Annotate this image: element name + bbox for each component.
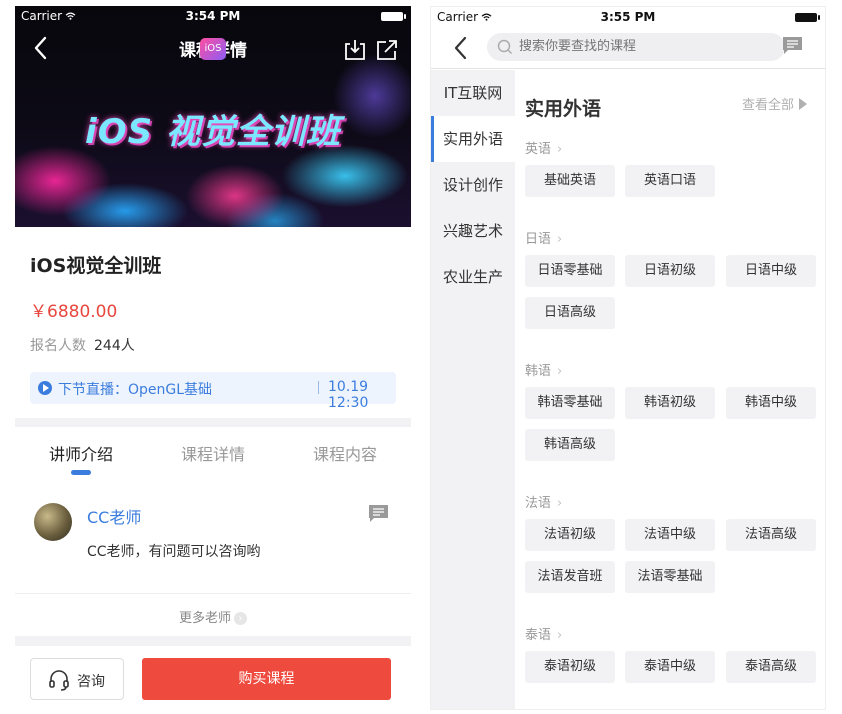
message-icon[interactable]	[368, 504, 389, 524]
chevron-right-icon: ›	[557, 142, 563, 157]
headset-icon	[49, 670, 69, 691]
download-icon[interactable]	[343, 38, 367, 62]
tab-teacher[interactable]: 讲师介绍	[15, 441, 147, 465]
group-label-japanese[interactable]: 日语 ›	[525, 228, 562, 247]
chevron-right-icon: ›	[557, 628, 563, 643]
ios-badge: iOS	[200, 38, 226, 60]
status-bar: Carrier 3:55 PM	[431, 7, 825, 27]
subcategory-chip[interactable]: 日语初级	[625, 255, 715, 287]
course-banner: Carrier 3:54 PM 课程详情 iOS iOS 视觉全训班	[15, 6, 411, 227]
next-live-text: 下节直播：OpenGL基础	[58, 382, 213, 398]
navigation-bar	[431, 27, 825, 69]
battery-icon	[795, 13, 820, 22]
tab-indicator	[71, 470, 91, 475]
subcategory-chip[interactable]: 泰语初级	[525, 651, 615, 683]
consult-button[interactable]: 咨询	[30, 658, 124, 700]
bottom-action-bar: 咨询 购买课程	[15, 646, 411, 710]
subcategory-chip[interactable]: 日语零基础	[525, 255, 615, 287]
battery-icon	[381, 12, 406, 21]
course-title: iOS视觉全训班	[30, 255, 162, 277]
subcategory-chip[interactable]: 法语高级	[726, 519, 816, 551]
category-content: 实用外语 查看全部 英语 › 基础英语 英语口语 日语 › 日语零基础 日语初级 日…	[515, 70, 825, 709]
group-label-thai[interactable]: 泰语 ›	[525, 624, 562, 643]
chevron-right-icon: ›	[557, 232, 563, 247]
subcategory-chip[interactable]: 日语中级	[726, 255, 816, 287]
group-label-french[interactable]: 法语 ›	[525, 492, 562, 511]
play-icon	[38, 381, 52, 395]
tab-course-detail[interactable]: 课程详情	[147, 441, 279, 465]
sidebar-item-foreign-language[interactable]: 实用外语	[431, 116, 515, 162]
detail-tabs: 讲师介绍 课程详情 课程内容	[15, 427, 411, 479]
subcategory-chip[interactable]: 英语口语	[625, 165, 715, 197]
status-bar: Carrier 3:54 PM	[15, 6, 411, 26]
tab-course-content[interactable]: 课程内容	[279, 441, 411, 465]
course-detail-screen: Carrier 3:54 PM 课程详情 iOS iOS 视觉全训班 iOS视觉…	[15, 6, 411, 710]
group-label-korean[interactable]: 韩语 ›	[525, 360, 562, 379]
back-icon[interactable]	[449, 35, 473, 61]
chevron-right-icon: ›	[557, 496, 563, 511]
chevron-right-icon: ›	[234, 612, 247, 625]
arrow-right-icon	[799, 98, 807, 110]
enroll-info: 报名人数 244人	[30, 335, 135, 355]
sidebar-item-art[interactable]: 兴趣艺术	[431, 208, 515, 254]
avatar	[34, 503, 72, 541]
group-label-english[interactable]: 英语 ›	[525, 138, 562, 157]
subcategory-chip[interactable]: 法语零基础	[625, 561, 715, 593]
course-info: iOS视觉全训班 ￥6880.00 报名人数 244人 下节直播：OpenGL基础…	[15, 227, 411, 418]
subcategory-chip[interactable]: 韩语中级	[726, 387, 816, 419]
divider	[318, 381, 319, 394]
next-live-time: 10.19 12:30	[328, 379, 369, 411]
subcategory-chip[interactable]: 泰语高级	[726, 651, 816, 683]
message-icon[interactable]	[782, 36, 803, 56]
subcategory-chip[interactable]: 法语初级	[525, 519, 615, 551]
category-sidebar: IT互联网 实用外语 设计创作 兴趣艺术 农业生产	[431, 70, 515, 709]
subcategory-chip[interactable]: 法语发音班	[525, 561, 615, 593]
subcategory-chip[interactable]: 韩语初级	[625, 387, 715, 419]
view-all-link[interactable]: 查看全部	[742, 94, 807, 113]
category-title: 实用外语	[525, 98, 602, 120]
sidebar-item-design[interactable]: 设计创作	[431, 162, 515, 208]
course-price: ￥6880.00	[30, 302, 118, 322]
enroll-label: 报名人数	[30, 338, 86, 354]
search-input[interactable]	[519, 39, 769, 54]
teacher-name[interactable]: CC老师	[87, 504, 141, 528]
subcategory-chip[interactable]: 泰语中级	[625, 651, 715, 683]
sidebar-item-agriculture[interactable]: 农业生产	[431, 254, 515, 300]
sidebar-item-it[interactable]: IT互联网	[431, 70, 515, 116]
view-all-label: 查看全部	[741, 98, 794, 113]
subcategory-chip[interactable]: 韩语零基础	[525, 387, 615, 419]
status-time: 3:55 PM	[600, 10, 656, 24]
consult-label: 咨询	[77, 674, 105, 690]
teacher-description: CC老师，有问题可以咨询哟	[87, 544, 261, 560]
status-time: 3:54 PM	[185, 9, 241, 23]
subcategory-chip[interactable]: 日语高级	[525, 297, 615, 329]
search-bar[interactable]	[487, 33, 785, 61]
subcategory-chip[interactable]: 法语中级	[625, 519, 715, 551]
more-teachers-label: 更多老师	[178, 611, 231, 626]
banner-title-art: iOS 视觉全训班	[85, 112, 341, 152]
subcategory-chip[interactable]: 韩语高级	[525, 429, 615, 461]
chevron-right-icon: ›	[557, 364, 563, 379]
next-live-banner[interactable]: 下节直播：OpenGL基础 10.19 12:30	[30, 372, 396, 411]
share-icon[interactable]	[375, 38, 399, 62]
enroll-count: 244人	[94, 338, 135, 354]
subcategory-chip[interactable]: 基础英语	[525, 165, 615, 197]
search-icon	[497, 39, 513, 55]
more-teachers-link[interactable]: 更多老师 ›	[15, 593, 411, 636]
buy-course-button[interactable]: 购买课程	[142, 658, 391, 700]
category-screen: Carrier 3:55 PM IT互联网 实用外语 设计创作 兴趣艺术 农业生…	[430, 6, 826, 710]
teacher-card[interactable]: CC老师 CC老师，有问题可以咨询哟	[15, 479, 411, 593]
